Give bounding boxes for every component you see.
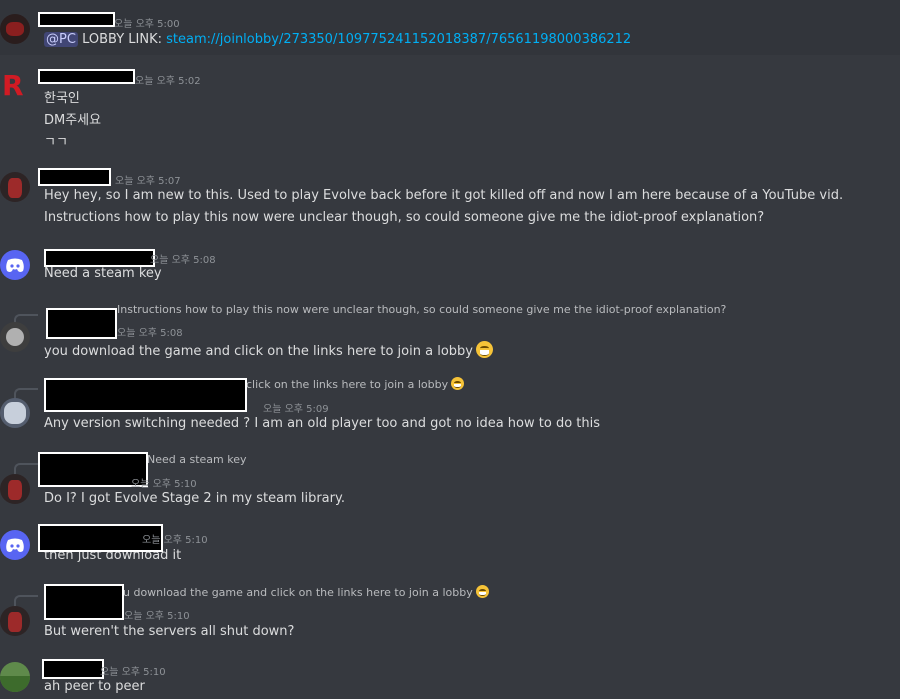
discord-logo-icon: [6, 258, 24, 272]
discord-logo-icon: [6, 538, 24, 552]
avatar[interactable]: [0, 662, 30, 692]
timestamp: 오늘 오후 5:07: [115, 176, 181, 187]
message-line: Instructions how to play this now were u…: [44, 210, 765, 225]
reply-spine: [14, 595, 38, 607]
redacted-username: [38, 69, 135, 84]
message-line: 한국인: [44, 91, 80, 106]
grinning-face-icon: [475, 341, 493, 358]
message-line: ah peer to peer: [44, 679, 145, 694]
timestamp: 오늘 오후 5:10: [142, 535, 208, 546]
reply-preview[interactable]: Need a steam key: [147, 453, 247, 466]
message-line: Hey hey, so I am new to this. Used to pl…: [44, 188, 844, 203]
timestamp: 오늘 오후 5:02: [135, 76, 201, 87]
timestamp: 오늘 오후 5:08: [117, 328, 183, 339]
avatar[interactable]: [0, 606, 30, 636]
redacted-username: [38, 168, 111, 186]
timestamp: 오늘 오후 5:10: [124, 611, 190, 622]
avatar[interactable]: [0, 474, 30, 504]
avatar[interactable]: R: [0, 70, 30, 100]
message-text: @PC LOBBY LINK: steam://joinlobby/273350…: [44, 32, 631, 47]
message-line: But weren't the servers all shut down?: [44, 624, 295, 639]
reply-preview[interactable]: click on the links here to join a lobby: [246, 377, 465, 391]
reply-spine: [14, 463, 38, 475]
timestamp: 오늘 오후 5:08: [150, 255, 216, 266]
grinning-face-icon: [451, 377, 465, 390]
redacted-username: [38, 12, 115, 27]
message-line: ㄱㄱ: [44, 135, 68, 150]
avatar[interactable]: [0, 398, 30, 428]
message-line: Any version switching needed ? I am an o…: [44, 416, 601, 431]
avatar[interactable]: [0, 250, 30, 280]
timestamp: 오늘 오후 5:00: [114, 19, 180, 30]
avatar[interactable]: [0, 14, 30, 44]
lobby-link[interactable]: steam://joinlobby/273350/109775241152018…: [166, 32, 631, 47]
mention[interactable]: @PC: [44, 32, 78, 47]
message-pretext: LOBBY LINK:: [82, 32, 167, 47]
avatar[interactable]: [0, 322, 30, 352]
timestamp: 오늘 오후 5:10: [100, 667, 166, 678]
timestamp: 오늘 오후 5:10: [131, 479, 197, 490]
avatar[interactable]: [0, 172, 30, 202]
redacted-username: [44, 584, 124, 620]
message-line: Need a steam key: [44, 266, 162, 281]
message-line: DM주세요: [44, 113, 102, 128]
avatar[interactable]: [0, 530, 30, 560]
redacted-username: [44, 378, 247, 412]
reply-preview[interactable]: u download the game and click on the lin…: [123, 585, 489, 599]
message-line: Do I? I got Evolve Stage 2 in my steam l…: [44, 491, 345, 506]
redacted-username: [46, 308, 117, 339]
reply-preview[interactable]: Instructions how to play this now were u…: [117, 303, 726, 316]
timestamp: 오늘 오후 5:09: [263, 404, 329, 415]
message-line: you download the game and click on the l…: [44, 341, 493, 359]
redacted-username: [42, 659, 104, 679]
grinning-face-icon: [475, 585, 489, 598]
redacted-username: [44, 249, 155, 267]
